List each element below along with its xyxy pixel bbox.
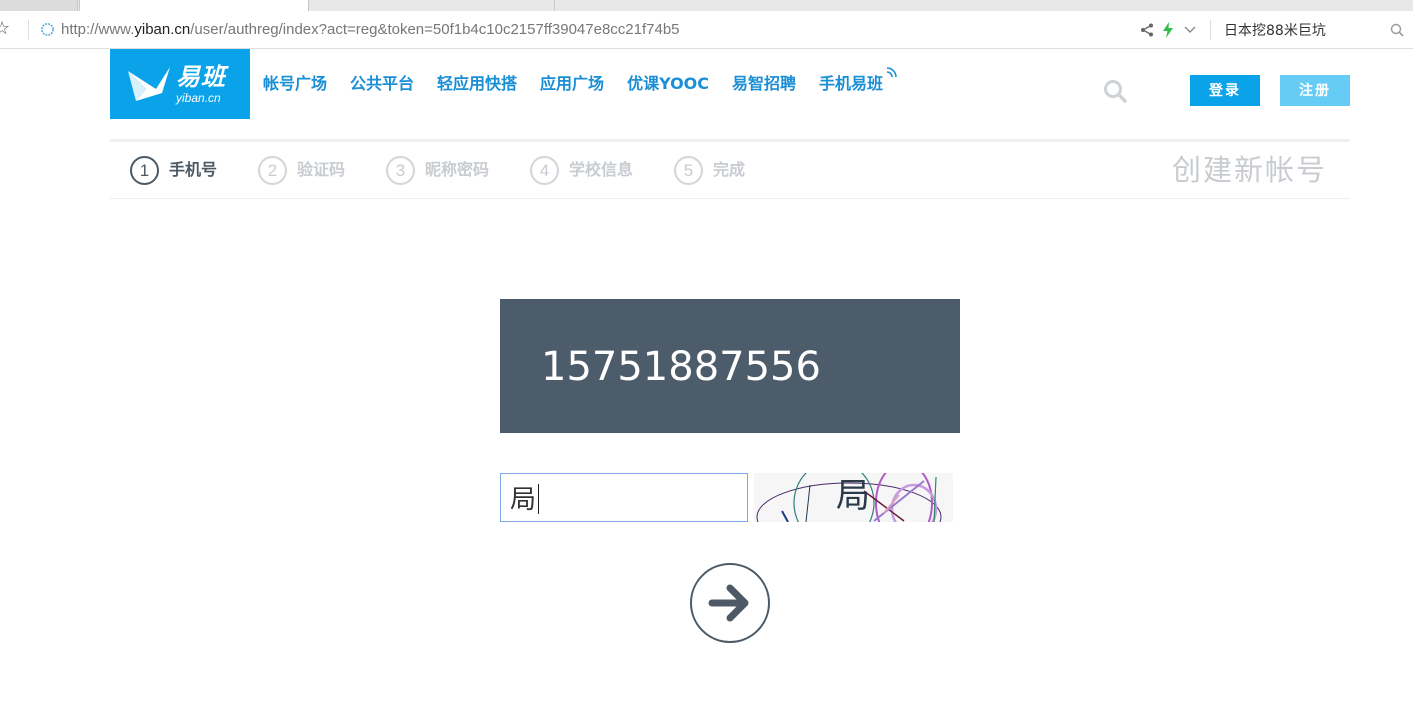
browser-tab[interactable] (310, 0, 555, 11)
nav-public-platform[interactable]: 公共平台 (350, 73, 414, 97)
step-phone: 1 手机号 (130, 155, 217, 185)
captcha-image[interactable]: 局 (754, 473, 953, 522)
captcha-glyph: 局 (836, 476, 870, 516)
nav-account-square[interactable]: 帐号广场 (263, 73, 327, 97)
signal-icon (886, 67, 897, 78)
url-text[interactable]: http://www.yiban.cn/user/authreg/index?a… (61, 21, 680, 39)
divider (110, 139, 1350, 142)
step-label: 验证码 (297, 160, 346, 179)
step-label: 手机号 (169, 160, 218, 179)
share-icon[interactable] (1140, 23, 1154, 37)
browser-search-input[interactable]: 日本挖88米巨坑 (1224, 22, 1326, 40)
text-caret (538, 484, 539, 514)
step-complete: 5 完成 (674, 155, 745, 185)
register-button[interactable]: 注册 (1280, 75, 1350, 106)
browser-tab[interactable] (0, 0, 78, 11)
step-number: 5 (674, 155, 703, 185)
nav-recruitment[interactable]: 易智招聘 (732, 73, 796, 97)
bookmark-star-icon[interactable]: ☆ (0, 20, 10, 38)
site-search-icon[interactable] (1103, 79, 1127, 103)
nav-app-square[interactable]: 应用广场 (540, 73, 604, 97)
divider (1210, 20, 1211, 40)
chevron-down-icon[interactable] (1184, 25, 1196, 35)
arrow-right-icon (708, 584, 749, 622)
page-loading-icon (41, 23, 54, 36)
divider (110, 198, 1350, 199)
search-icon[interactable] (1390, 23, 1404, 37)
phone-number: 15751887556 (541, 344, 821, 390)
login-button[interactable]: 登录 (1190, 75, 1260, 106)
step-label: 昵称密码 (425, 160, 490, 179)
next-step-button[interactable] (690, 563, 770, 643)
step-school-info: 4 学校信息 (530, 155, 633, 185)
nav-light-app-builder[interactable]: 轻应用快搭 (437, 73, 517, 97)
nav-mobile-yiban[interactable]: 手机易班 (819, 73, 883, 97)
step-number: 2 (258, 155, 287, 185)
browser-tab-strip (0, 0, 1413, 12)
logo-mark-icon (128, 67, 170, 101)
yiban-logo[interactable]: 易班 yiban.cn (110, 49, 250, 119)
step-label: 学校信息 (569, 160, 634, 179)
step-number: 1 (130, 155, 159, 185)
step-number: 3 (386, 155, 415, 185)
step-verify-code: 2 验证码 (258, 155, 345, 185)
page-title: 创建新帐号 (1172, 153, 1328, 187)
nav-yooc[interactable]: 优课YOOC (627, 73, 709, 97)
step-nickname-password: 3 昵称密码 (386, 155, 489, 185)
step-number: 4 (530, 155, 559, 185)
step-label: 完成 (713, 160, 746, 179)
divider (28, 20, 29, 40)
main-nav: 帐号广场 公共平台 轻应用快搭 应用广场 优课YOOC 易智招聘 手机易班 (263, 73, 906, 97)
address-bar: ☆ http://www.yiban.cn/user/authreg/index… (0, 11, 1413, 49)
lightning-icon[interactable] (1162, 22, 1174, 38)
